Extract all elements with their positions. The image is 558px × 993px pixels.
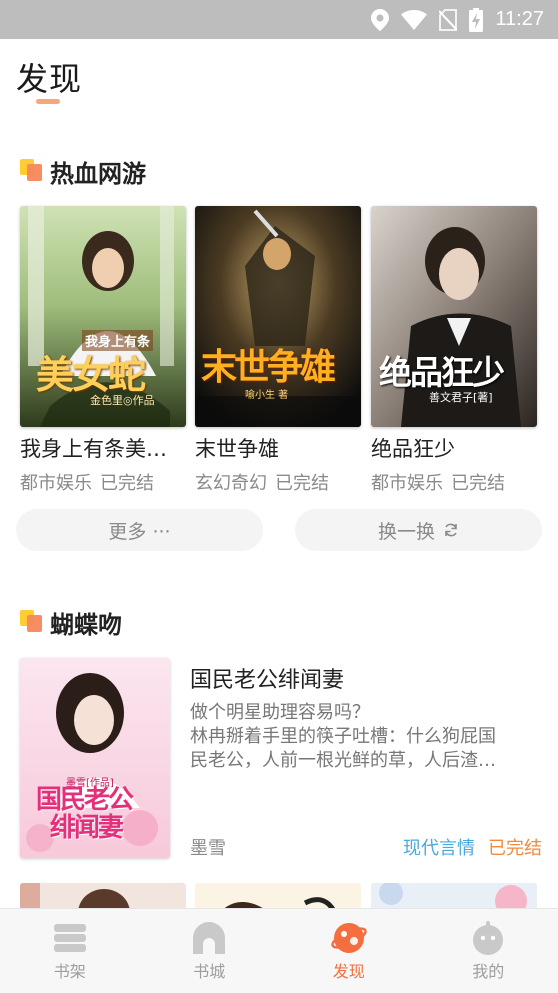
book-category: 都市娱乐: [371, 473, 443, 494]
book-meta: 玄幻奇幻 已完结: [195, 469, 361, 495]
nav-label: 书架: [53, 962, 86, 981]
nav-label: 发现: [332, 962, 365, 981]
title-underline: [36, 99, 60, 104]
cover-title: 末世争雄: [201, 346, 336, 388]
featured-book-description: 做个明星助理容易吗？ 林冉掰着手里的筷子吐槽：什么狗屁国 民老公，人前一根光鲜的…: [190, 701, 535, 773]
book-card-2[interactable]: 末世争雄 喻小生 著 末世争雄 玄幻奇幻 已完结: [195, 206, 361, 495]
no-sim-icon: [439, 8, 458, 31]
featured-cover-title: 国民老公 绯闻妻: [36, 785, 134, 843]
profile-icon: [471, 921, 505, 955]
cover-author: 善文君子[著]: [429, 391, 493, 404]
bottom-nav: 书架 书城 发现 我的: [0, 908, 558, 993]
section-icon: [20, 610, 44, 634]
featured-book-author: 墨雪: [190, 838, 226, 859]
book-card-1[interactable]: 我身上有条 美女蛇 金色里◎作品 我身上有条美… 都市娱乐 已完结: [20, 206, 186, 495]
book-meta: 都市娱乐 已完结: [20, 469, 186, 495]
featured-book-cover[interactable]: 墨雪[作品] 国民老公 绯闻妻: [20, 658, 170, 858]
featured-cover-title-line2: 绯闻妻: [50, 813, 124, 843]
cover-author: 喻小生 著: [245, 390, 289, 401]
nav-item-bookstore[interactable]: 书城: [140, 909, 280, 993]
section-title: 蝴蝶吻: [50, 610, 122, 639]
section-title: 热血网游: [50, 159, 146, 188]
book-category: 都市娱乐: [20, 473, 92, 494]
nav-item-bookshelf[interactable]: 书架: [0, 909, 140, 993]
cover-title: 绝品狂少: [379, 353, 505, 392]
genre-tag: 现代言情: [403, 838, 475, 859]
book-category: 玄幻奇幻: [195, 473, 267, 494]
description-line: 林冉掰着手里的筷子吐槽：什么狗屁国: [190, 726, 496, 747]
battery-charging-icon: [469, 7, 484, 32]
refresh-icon: [443, 522, 459, 538]
status-tag: 已完结: [488, 838, 542, 859]
bookshelf-icon: [53, 921, 87, 955]
book-meta: 都市娱乐 已完结: [371, 469, 537, 495]
status-icons: 11:27: [371, 0, 544, 39]
location-icon: [371, 8, 390, 31]
book-status: 已完结: [451, 473, 505, 494]
description-line: 做个明星助理容易吗？: [190, 702, 370, 723]
book-status: 已完结: [275, 473, 329, 494]
book-title[interactable]: 我身上有条美…: [20, 433, 186, 463]
more-button[interactable]: 更多 ···: [16, 509, 263, 551]
book-cover[interactable]: 我身上有条 美女蛇 金色里◎作品: [20, 206, 186, 427]
book-card-3[interactable]: 绝品狂少 善文君子[著] 绝品狂少 都市娱乐 已完结: [371, 206, 537, 495]
featured-book-title[interactable]: 国民老公绯闻妻: [190, 662, 344, 694]
status-time: 11:27: [495, 8, 544, 30]
refresh-button-label: 换一换: [377, 520, 435, 543]
book-cover[interactable]: 末世争雄 喻小生 著: [195, 206, 361, 427]
refresh-button[interactable]: 换一换: [295, 509, 542, 551]
discover-icon: [330, 921, 368, 955]
book-cover[interactable]: 绝品狂少 善文君子[著]: [371, 206, 537, 427]
book-status: 已完结: [100, 473, 154, 494]
page-title: 发现: [16, 60, 83, 98]
section-icon: [20, 159, 44, 183]
book-title[interactable]: 末世争雄: [195, 433, 361, 463]
status-bar: 11:27: [0, 0, 558, 39]
section-header-1: 热血网游: [20, 156, 146, 188]
section-header-2: 蝴蝶吻: [20, 607, 122, 639]
nav-item-profile[interactable]: 我的: [419, 909, 558, 993]
more-button-label: 更多 ···: [108, 520, 171, 543]
wifi-icon: [401, 9, 428, 30]
description-line: 民老公，人前一根光鲜的草，人后渣…: [190, 750, 496, 771]
nav-item-discover[interactable]: 发现: [279, 909, 419, 993]
bookstore-icon: [192, 921, 226, 955]
nav-label: 书城: [193, 962, 226, 981]
featured-cover-title-line1: 国民老公: [36, 785, 134, 815]
cover-title: 美女蛇: [36, 352, 146, 397]
book-title[interactable]: 绝品狂少: [371, 433, 537, 463]
cover-author: 金色里◎作品: [90, 394, 155, 407]
nav-label: 我的: [472, 962, 505, 981]
